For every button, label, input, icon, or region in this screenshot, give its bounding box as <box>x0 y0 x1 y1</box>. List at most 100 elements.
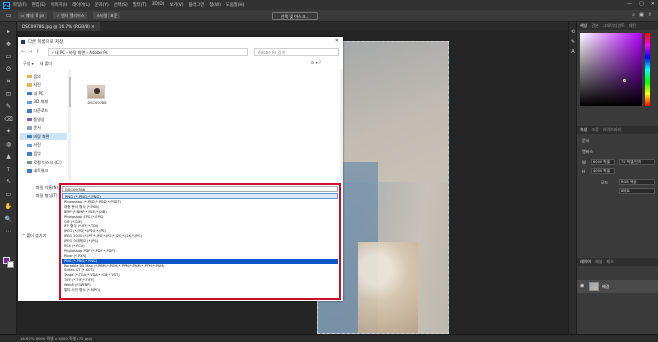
tool-icon[interactable]: ⌫ <box>3 116 14 124</box>
tool-icon[interactable]: ✎ <box>3 103 14 111</box>
folder-icon <box>27 109 32 113</box>
marquee-tool-icon[interactable]: ▭ <box>6 12 12 19</box>
nav-item[interactable]: 네트워크 <box>27 168 48 175</box>
folder-icon <box>27 117 32 122</box>
tool-icon[interactable]: ⌗ <box>3 78 14 86</box>
menu-item[interactable]: 문자(Y) <box>95 2 109 8</box>
tool-icon[interactable]: ◍ <box>3 141 14 149</box>
hue-slider[interactable] <box>645 33 650 106</box>
tool-icon[interactable]: ⋯ <box>3 228 14 236</box>
nav-item[interactable]: 음악 <box>27 150 41 157</box>
tab-adjustments[interactable]: 조정 <box>591 127 598 133</box>
file-item[interactable]: DSC09786 <box>82 85 112 113</box>
close-icon[interactable]: ✕ <box>335 38 339 44</box>
close-icon[interactable]: ✕ <box>651 1 655 7</box>
menu-item[interactable]: 편집(E) <box>32 2 46 8</box>
nav-item[interactable]: 문서 <box>27 125 41 132</box>
file-list-scrollbar[interactable] <box>340 69 343 181</box>
tool-icon[interactable]: ↖ <box>3 178 14 186</box>
nav-item[interactable]: 바탕 화면 <box>20 133 67 141</box>
nav-item-label: 3D 개체 <box>33 99 48 105</box>
menu-item[interactable]: 창(W) <box>209 2 221 8</box>
menu-bar: Ps 파일(F) 편집(E) 이미지(I) 레이어(L) 문자(Y) 선택(S) 필터(T)… <box>0 0 658 10</box>
nav-item[interactable]: 로컬 디스크 (C:) <box>27 159 62 166</box>
folder-icon <box>27 143 32 148</box>
nav-item[interactable]: 음악 <box>27 73 41 80</box>
color-picker-field[interactable] <box>580 33 642 106</box>
filename-field[interactable]: DSC09786 <box>62 186 338 192</box>
layer-row-background[interactable]: ◉ 배경 <box>577 280 658 293</box>
nav-item[interactable]: 다운로드 <box>27 107 48 114</box>
navigation-scrollbar[interactable] <box>68 69 71 181</box>
menu-item[interactable]: 도움말(H) <box>226 2 244 8</box>
eye-icon[interactable]: ◉ <box>580 283 584 289</box>
search-icon[interactable]: ⌕ <box>632 12 635 18</box>
menu-item[interactable]: 플러그인 <box>189 2 205 8</box>
feather-option[interactable]: ▭ 페더: 0 px <box>17 12 48 19</box>
height-field[interactable]: 4000 픽셀 <box>591 168 615 174</box>
select-and-mask-button[interactable]: 선택 및 마스크... <box>272 11 318 20</box>
folder-icon <box>27 100 32 105</box>
file-name-label: DSC09786 <box>87 101 107 105</box>
tool-icon[interactable]: ⊡ <box>3 91 14 99</box>
up-arrow-icon[interactable]: ↑ <box>35 49 39 55</box>
minimize-icon[interactable]: — <box>627 1 632 7</box>
nav-item[interactable]: 내 PC <box>27 90 44 97</box>
tab-paths[interactable]: 패스 <box>606 259 613 265</box>
tool-icon[interactable]: ▲ <box>3 153 14 161</box>
tool-icon[interactable]: ▸ <box>3 28 14 36</box>
filetype-option[interactable]: 멀티 사진 형식 (*.MPO) <box>62 288 338 293</box>
nav-item[interactable]: 사진 <box>27 142 41 149</box>
filetype-select[interactable]: PNG (*.PNG;*.PNG) <box>62 193 338 199</box>
tool-icon[interactable]: ʘ <box>3 66 14 74</box>
menu-item[interactable]: 필터(T) <box>133 2 147 8</box>
tool-icon[interactable]: ▭ <box>3 53 14 61</box>
bit-depth-select[interactable]: 8비트 <box>619 188 655 194</box>
nav-item[interactable]: 동영상 <box>27 116 45 123</box>
hide-folders-button[interactable]: ^ 폴더 숨기기 <box>22 233 46 239</box>
tool-icon[interactable]: 🔍 <box>3 216 14 224</box>
back-arrow-icon[interactable]: ← <box>21 49 25 55</box>
search-input[interactable]: Adobe Ps 검색 <box>254 47 339 56</box>
tool-icon[interactable]: ▭ <box>3 191 14 199</box>
antialias-option[interactable]: ✓ 앤티 앨리어스 <box>53 12 88 19</box>
tab-gradients[interactable]: 그레이디언트 <box>603 23 625 29</box>
tool-icon[interactable]: ᴛ <box>3 166 14 174</box>
nav-item-label: 다운로드 <box>33 107 49 113</box>
menu-item[interactable]: 선택(S) <box>114 2 128 8</box>
tab-swatches[interactable]: 견본 <box>591 23 598 29</box>
tab-libraries[interactable]: 라이브러리 <box>603 127 621 133</box>
tab-color[interactable]: 색상 <box>580 23 587 29</box>
nav-item[interactable]: 3D 개체 <box>27 99 48 106</box>
menu-item[interactable]: 보기(V) <box>169 2 183 8</box>
workspace-icon[interactable]: ▣ <box>639 12 644 18</box>
tool-icon[interactable]: ✦ <box>3 128 14 136</box>
folder-icon <box>27 91 32 96</box>
tool-icon[interactable]: ✥ <box>3 41 14 49</box>
resolution-field[interactable]: 72 픽셀/인치 <box>619 159 655 165</box>
maximize-icon[interactable]: ▢ <box>639 1 644 7</box>
color-picker-cursor[interactable] <box>623 79 626 82</box>
tab-channels[interactable]: 채널 <box>595 259 602 265</box>
window-controls: — ▢ ✕ <box>627 1 655 7</box>
tab-properties[interactable]: 속성 <box>580 127 587 133</box>
mode-select[interactable]: RGB 색상 <box>619 179 655 185</box>
background-color-swatch[interactable] <box>7 261 14 268</box>
share-icon[interactable]: ⇪ <box>648 12 652 18</box>
width-field[interactable]: 6000 픽셀 <box>591 159 615 165</box>
menu-item[interactable]: 3D(D) <box>152 2 165 8</box>
address-bar[interactable]: › 내 PC › 바탕 화면 › Adobe Ps <box>48 47 248 56</box>
new-folder-button[interactable]: 새 폴더 <box>40 61 52 67</box>
tab-layers[interactable]: 레이어 <box>580 259 591 265</box>
view-options-icon[interactable]: ☰ ▾ ? <box>311 60 321 65</box>
document-tab[interactable]: DSC09786.jpg @ 16.7% (RGB/8) ✕ <box>17 22 100 31</box>
nav-item[interactable]: 사진 <box>27 82 41 89</box>
menu-item[interactable]: 파일(F) <box>13 2 27 8</box>
style-option[interactable]: 스타일: 표준 <box>93 12 121 19</box>
tool-icon[interactable]: ✋ <box>3 203 14 211</box>
menu-item[interactable]: 이미지(I) <box>51 2 67 8</box>
menu-item[interactable]: 레이어(L) <box>72 2 90 8</box>
organize-button[interactable]: 구성 ▾ <box>23 61 34 67</box>
forward-arrow-icon[interactable]: → <box>28 49 32 55</box>
tab-patterns[interactable]: 패턴 <box>629 23 636 29</box>
